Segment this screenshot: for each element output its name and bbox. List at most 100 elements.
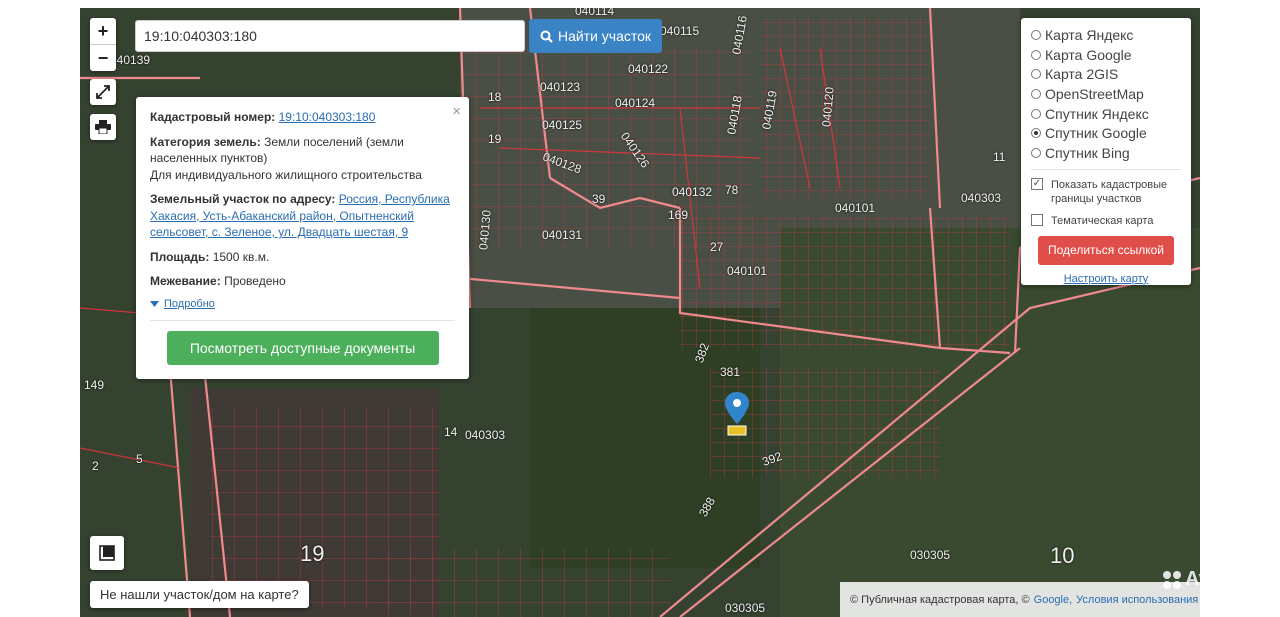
map-label: 149 [84, 378, 105, 392]
map-label: 040122 [628, 62, 669, 76]
google-link[interactable]: Google, [1034, 594, 1073, 606]
map-label: 5 [136, 452, 143, 466]
zoom-control: + − [90, 18, 116, 71]
map-label: 040139 [110, 53, 151, 67]
layer-option-google-map[interactable]: Карта Google [1031, 45, 1181, 65]
map-label: 2 [92, 459, 99, 473]
view-documents-button[interactable]: Посмотреть доступные документы [166, 330, 439, 365]
map-label: 18 [488, 90, 502, 104]
map-label: 040101 [727, 264, 768, 278]
checkbox-icon [1031, 213, 1043, 226]
layer-option-google-satellite[interactable]: Спутник Google [1031, 123, 1181, 143]
triangle-down-icon [150, 300, 159, 307]
layer-option-yandex-map[interactable]: Карта Яндекс [1031, 25, 1181, 45]
layer-option-yandex-satellite[interactable]: Спутник Яндекс [1031, 104, 1181, 124]
expand-icon [96, 85, 110, 99]
layer-option-bing-satellite[interactable]: Спутник Bing [1031, 143, 1181, 163]
search-icon [540, 30, 553, 43]
map-label: 27 [710, 240, 724, 254]
layer-option-2gis-map[interactable]: Карта 2GIS [1031, 64, 1181, 84]
radio-icon [1031, 29, 1041, 40]
location-marker-icon[interactable] [725, 392, 749, 443]
map-label: 040115 [660, 24, 700, 38]
map-label: 381 [720, 365, 741, 379]
radio-icon [1031, 69, 1041, 80]
radio-icon [1031, 88, 1041, 99]
search-input[interactable] [135, 20, 525, 52]
radio-icon [1031, 108, 1041, 119]
map-label: 10 [1050, 543, 1075, 568]
checkbox-checked-icon: ✓ [1031, 177, 1043, 190]
cadastral-number-row: Кадастровый номер: 19:10:040303:180 [150, 109, 455, 126]
survey-label: Межевание: [150, 274, 221, 288]
map-label: 14 [444, 425, 458, 439]
map-label: 040124 [615, 96, 656, 110]
area-label: Площадь: [150, 249, 210, 264]
print-button[interactable] [90, 114, 116, 140]
avito-logo-icon [1163, 570, 1181, 589]
map-label: 040303 [465, 428, 506, 442]
area-value: 1500 кв.м. [212, 249, 270, 264]
address-label: Земельный участок по адресу: [150, 192, 336, 206]
zoom-in-button[interactable]: + [90, 18, 116, 44]
layer-option-label: Спутник Google [1045, 125, 1147, 142]
map-label: 78 [725, 183, 739, 197]
address-row: Земельный участок по адресу: Россия, Рес… [150, 191, 455, 241]
thematic-map-checkbox[interactable]: Тематическая карта [1031, 213, 1181, 228]
cadastral-number-link[interactable]: 19:10:040303:180 [279, 110, 376, 124]
map-canvas[interactable]: 040139 040114 040115 040116 040123 04012… [80, 8, 1200, 617]
land-category-row: Категория земель: Земли поселений (земли… [150, 134, 455, 184]
map-label: 040101 [835, 201, 876, 215]
printer-icon [95, 120, 111, 134]
map-label: 040131 [542, 228, 583, 242]
radio-icon [1031, 147, 1041, 158]
layer-option-label: Карта 2GIS [1045, 66, 1119, 83]
details-toggle[interactable]: Подробно [150, 298, 455, 310]
share-link-button[interactable]: Поделиться ссылкой [1038, 235, 1174, 265]
show-borders-label: Показать кадастровые границы участков [1051, 178, 1168, 205]
land-usage-value: Для индивидуального жилищного строительс… [150, 167, 422, 182]
map-label: 040123 [540, 80, 581, 94]
details-link: Подробно [164, 297, 215, 310]
zoom-out-button[interactable]: − [90, 44, 116, 71]
layer-option-label: Спутник Bing [1045, 144, 1130, 161]
map-label: 040114 [575, 8, 615, 18]
divider [150, 319, 455, 321]
map-label: 19 [488, 132, 502, 146]
map-label: 19 [300, 541, 325, 566]
divider [1031, 168, 1181, 170]
radio-icon [1031, 49, 1041, 60]
map-label: 040125 [542, 118, 583, 132]
fullscreen-button[interactable] [90, 79, 116, 105]
layer-option-osm[interactable]: OpenStreetMap [1031, 84, 1181, 104]
plot-info-panel: × Кадастровый номер: 19:10:040303:180 Ка… [136, 97, 469, 379]
terms-link[interactable]: Условия использования [1076, 594, 1198, 606]
find-plot-button[interactable]: Найти участок [529, 19, 662, 53]
radio-selected-icon [1031, 128, 1041, 139]
area-row: Площадь: 1500 кв.м. [150, 249, 455, 266]
thematic-map-label: Тематическая карта [1051, 214, 1154, 227]
measure-button[interactable] [90, 536, 124, 570]
land-category-label: Категория земель: [150, 134, 261, 149]
configure-map-link[interactable]: Настроить карту [1031, 273, 1181, 285]
layers-panel: Карта Яндекс Карта Google Карта 2GIS Ope… [1021, 18, 1191, 285]
not-found-button[interactable]: Не нашли участок/дом на карте? [90, 581, 309, 608]
close-icon[interactable]: × [452, 103, 461, 120]
map-label: 39 [592, 192, 606, 206]
ruler-icon [99, 545, 115, 561]
layer-option-label: Спутник Яндекс [1045, 105, 1149, 122]
map-label: 040132 [672, 185, 713, 199]
avito-watermark-text: Avito [1185, 568, 1235, 590]
survey-value: Проведено [224, 274, 286, 288]
cadastral-number-label: Кадастровый номер: [150, 110, 276, 124]
layer-option-label: Карта Яндекс [1045, 26, 1134, 43]
layer-option-label: Карта Google [1045, 46, 1132, 63]
survey-row: Межевание: Проведено [150, 273, 455, 290]
map-attribution: © Публичная кадастровая карта, © Google,… [840, 582, 1200, 617]
map-label: 169 [668, 208, 689, 222]
show-borders-checkbox[interactable]: ✓ Показать кадастровые границы участков [1031, 177, 1181, 206]
avito-watermark: Avito [1163, 568, 1234, 591]
map-label: 040303 [961, 191, 1002, 205]
find-plot-label: Найти участок [557, 28, 652, 44]
map-label: 030305 [910, 548, 951, 562]
